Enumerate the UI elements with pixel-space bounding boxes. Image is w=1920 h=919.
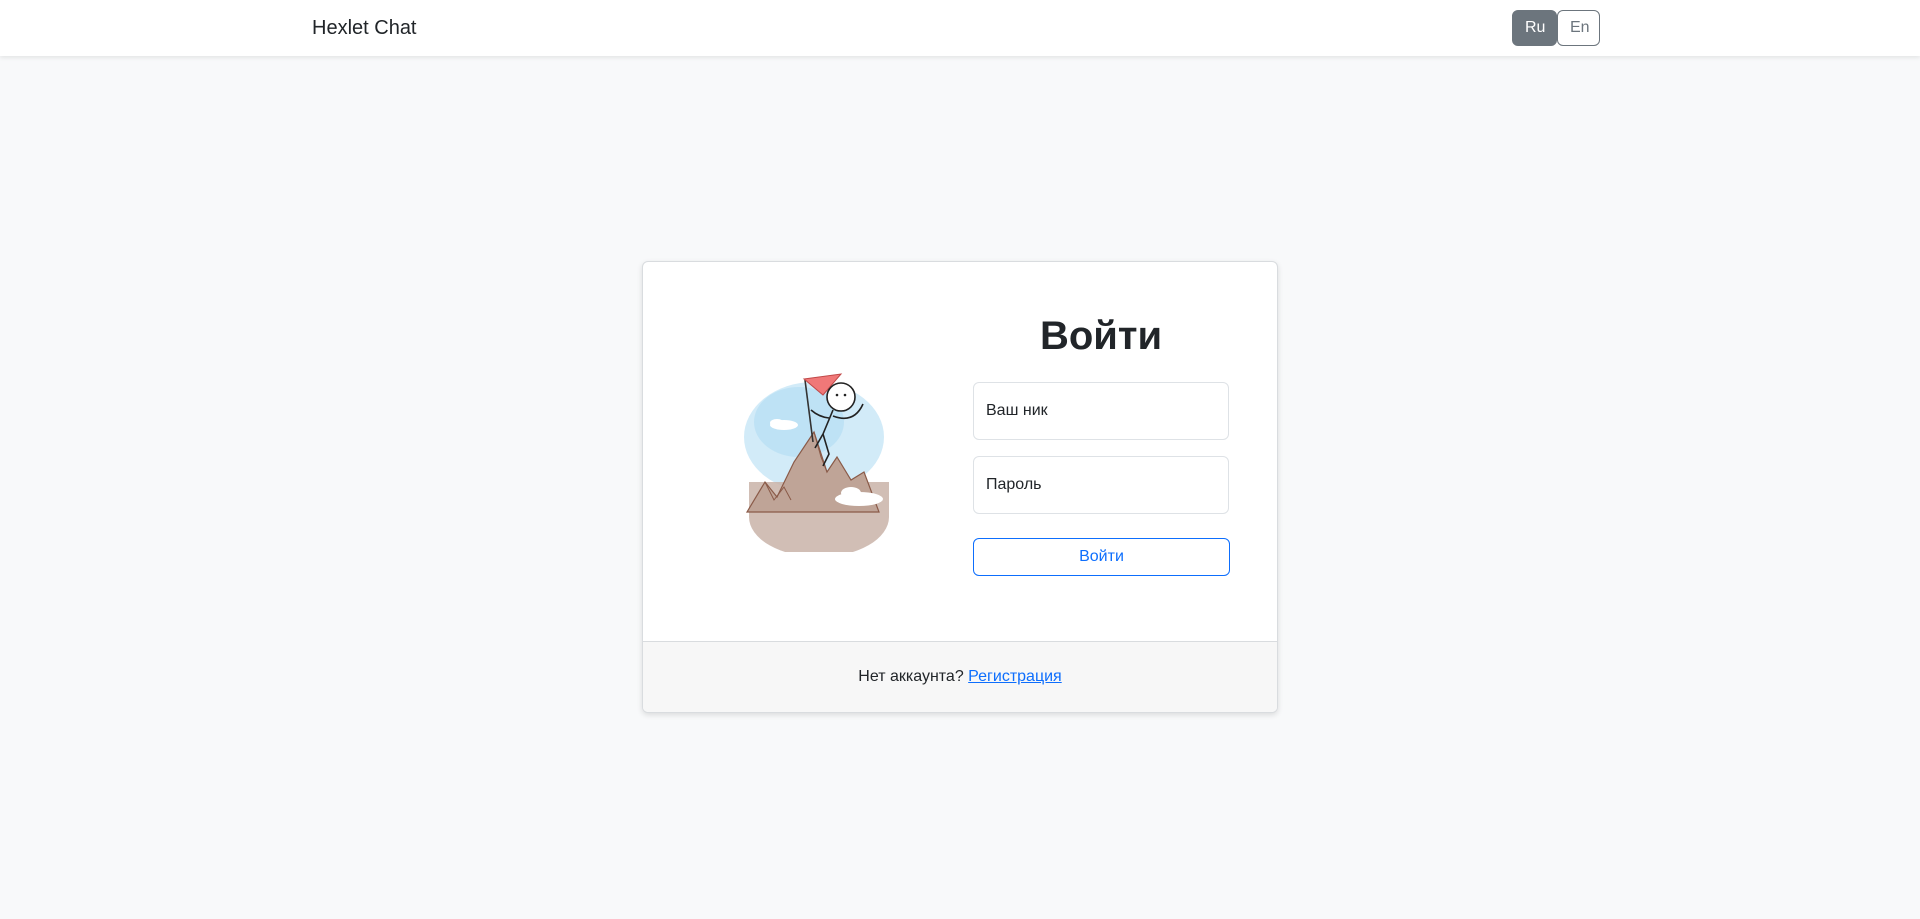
login-card-footer: Нет аккаунта? Регистрация xyxy=(643,641,1277,712)
username-field[interactable] xyxy=(973,382,1229,440)
signup-prompt: Нет аккаунта? xyxy=(858,668,969,685)
login-card: Войти Войти Нет аккаунта? Регистрация xyxy=(642,261,1278,713)
brand-link[interactable]: Hexlet Chat xyxy=(312,16,417,40)
password-input[interactable] xyxy=(974,457,1228,513)
language-switcher: Ru En xyxy=(1512,10,1600,46)
login-card-body: Войти Войти xyxy=(643,262,1277,641)
language-en-button[interactable]: En xyxy=(1557,10,1600,46)
username-input[interactable] xyxy=(974,383,1228,439)
navbar: Hexlet Chat Ru En xyxy=(0,0,1920,56)
signup-link[interactable]: Регистрация xyxy=(968,668,1062,685)
login-submit-button[interactable]: Войти xyxy=(973,538,1230,576)
language-ru-button[interactable]: Ru xyxy=(1512,10,1557,46)
password-field[interactable] xyxy=(973,456,1229,514)
mountain-climber-illustration xyxy=(744,373,889,552)
login-title: Войти xyxy=(1039,314,1163,358)
